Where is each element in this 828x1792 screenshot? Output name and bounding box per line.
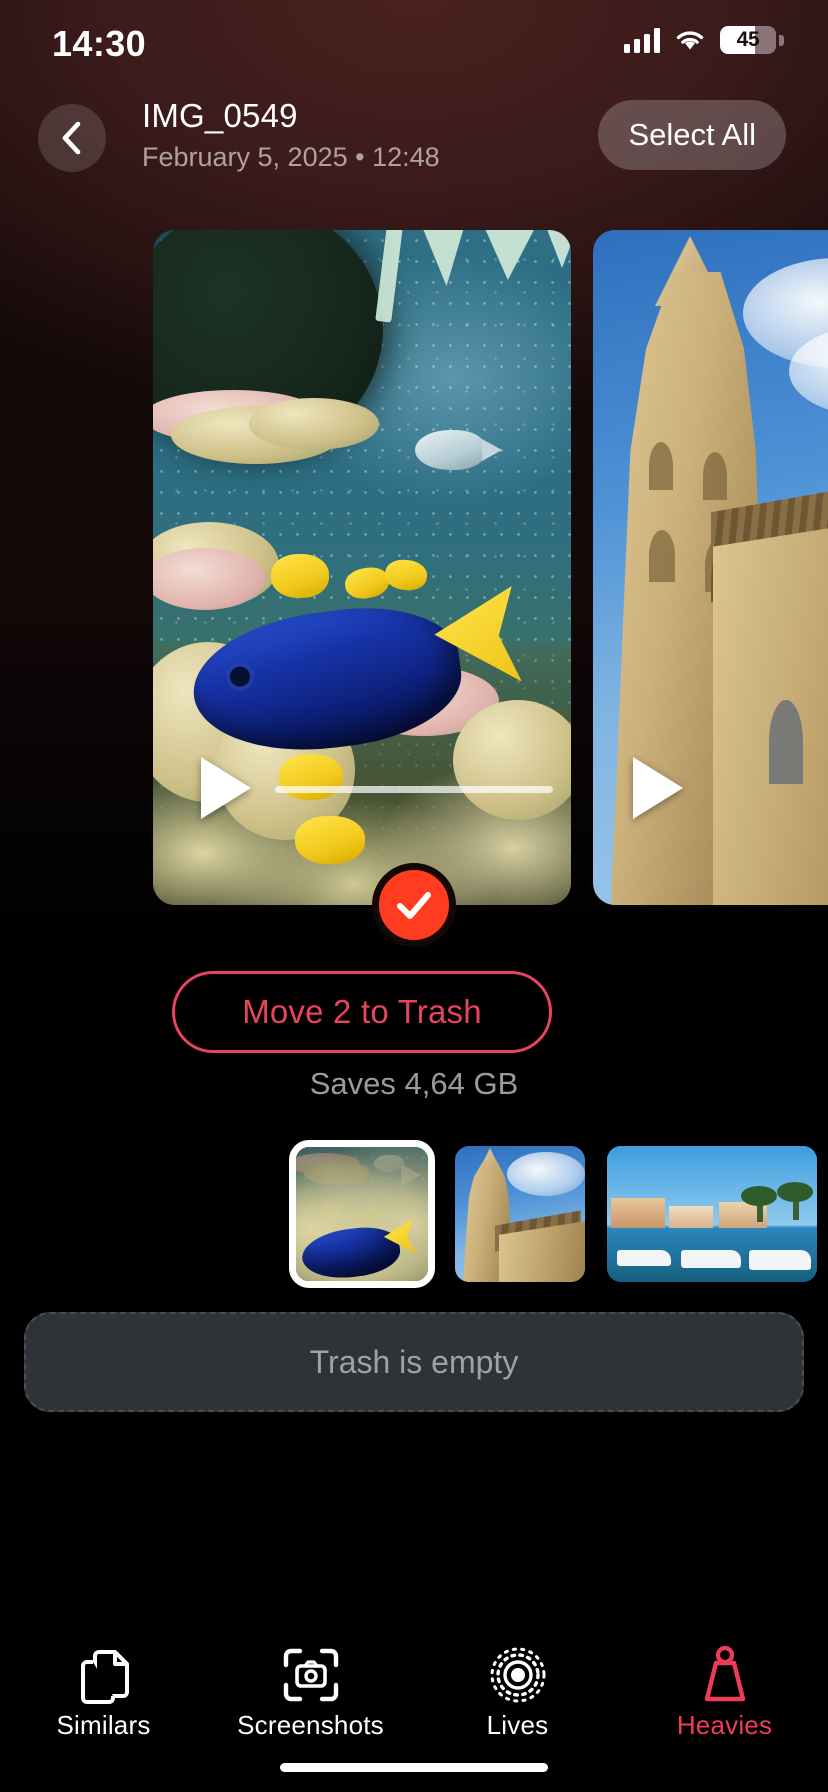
tab-heavies-label: Heavies — [676, 1710, 773, 1740]
status-bar-indicators: 45 — [624, 26, 784, 54]
media-carousel[interactable] — [0, 230, 828, 905]
thumbnail-strip[interactable] — [0, 1140, 828, 1288]
checkmark-icon — [397, 892, 431, 919]
cellular-signal-icon — [624, 27, 660, 53]
saves-label: Saves 4,64 GB — [309, 1066, 519, 1101]
tab-similars-label: Similars — [56, 1710, 151, 1740]
thumb-marina[interactable] — [607, 1146, 817, 1282]
play-icon[interactable] — [201, 757, 251, 819]
trash-empty-label: Trash is empty — [309, 1343, 519, 1380]
header-text-group: IMG_0549 February 5, 2025 • 12:48 — [142, 96, 440, 174]
home-indicator — [280, 1763, 548, 1772]
battery-percent-label: 45 — [736, 28, 760, 51]
trash-drop-zone[interactable]: Trash is empty — [24, 1312, 804, 1412]
tab-lives-label: Lives — [486, 1710, 549, 1740]
navigation-header: IMG_0549 February 5, 2025 • 12:48 Select… — [0, 96, 828, 182]
play-icon[interactable] — [633, 757, 683, 819]
live-photo-icon — [489, 1644, 547, 1706]
move-to-trash-button[interactable]: Move 2 to Trash — [172, 971, 552, 1053]
status-bar-time: 14:30 — [52, 23, 147, 64]
thumb-aquarium[interactable] — [289, 1140, 435, 1288]
carousel-item-aquarium[interactable] — [153, 230, 571, 905]
camera-frame-icon — [282, 1644, 340, 1706]
back-button[interactable] — [38, 104, 106, 172]
tab-bar: Similars Screenshots Lives Heavies — [0, 1632, 828, 1792]
cathedral-photo — [593, 230, 828, 905]
thumb-cathedral[interactable] — [455, 1146, 585, 1282]
app-root: 14:30 45 IMG_0549 February 5, 2025 • 12:… — [0, 0, 828, 1792]
tab-heavies[interactable]: Heavies — [621, 1632, 828, 1754]
duplicate-documents-icon — [77, 1644, 131, 1706]
tab-screenshots-label: Screenshots — [237, 1710, 384, 1740]
status-bar: 14:30 45 — [0, 0, 828, 92]
page-subtitle: February 5, 2025 • 12:48 — [142, 142, 440, 172]
page-title: IMG_0549 — [142, 97, 298, 134]
weight-icon — [696, 1644, 754, 1706]
battery-icon: 45 — [720, 26, 784, 54]
chevron-left-icon — [62, 121, 81, 155]
tab-similars[interactable]: Similars — [0, 1632, 207, 1754]
tab-screenshots[interactable]: Screenshots — [207, 1632, 414, 1754]
wifi-icon — [674, 27, 706, 53]
move-to-trash-label: Move 2 to Trash — [242, 993, 482, 1030]
select-all-label: Select All — [628, 117, 756, 152]
selection-checkmark-badge[interactable] — [372, 863, 456, 947]
video-scrubber[interactable] — [275, 786, 553, 793]
carousel-item-cathedral[interactable] — [593, 230, 828, 905]
tab-lives[interactable]: Lives — [414, 1632, 621, 1754]
select-all-button[interactable]: Select All — [598, 100, 786, 170]
